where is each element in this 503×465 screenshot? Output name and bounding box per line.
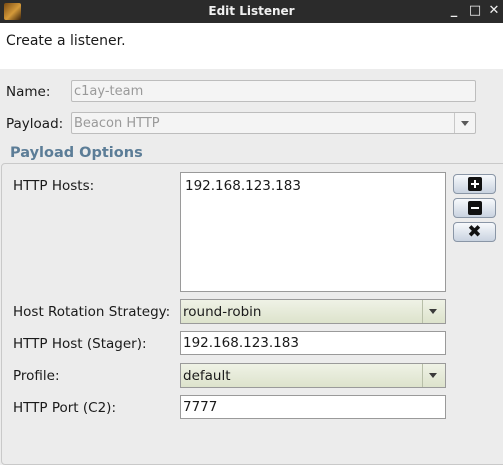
payload-options-title: Payload Options xyxy=(8,145,145,161)
profile-select-value: default xyxy=(183,368,231,384)
name-label: Name: xyxy=(6,84,51,100)
maximize-button[interactable]: □ xyxy=(467,3,483,19)
chevron-down-icon xyxy=(422,364,445,387)
rotation-label: Host Rotation Strategy: xyxy=(13,304,171,320)
http-hosts-label: HTTP Hosts: xyxy=(13,178,95,194)
add-host-button[interactable] xyxy=(453,174,496,194)
remove-host-button[interactable] xyxy=(453,198,496,218)
chevron-down-icon xyxy=(422,300,445,323)
clear-hosts-button[interactable]: ✖ xyxy=(453,222,496,242)
plus-icon xyxy=(468,177,482,191)
stager-label: HTTP Host (Stager): xyxy=(13,336,147,352)
minimize-button[interactable]: _ xyxy=(446,3,462,19)
port-input[interactable]: 7777 xyxy=(180,395,446,419)
profile-label: Profile: xyxy=(13,368,60,384)
close-window-button[interactable]: ✕ xyxy=(486,3,502,19)
window-title: Edit Listener xyxy=(208,4,295,18)
rotation-select-value: round-robin xyxy=(183,304,262,320)
dialog-description: Create a listener. xyxy=(6,33,126,49)
stager-host-input[interactable]: 192.168.123.183 xyxy=(180,331,446,355)
dialog-header: Create a listener. xyxy=(0,23,503,69)
profile-select[interactable]: default xyxy=(180,363,446,388)
close-icon: ✖ xyxy=(467,222,482,242)
title-bar: Edit Listener _ □ ✕ xyxy=(0,0,503,23)
payload-label: Payload: xyxy=(6,116,64,132)
list-item[interactable]: 192.168.123.183 xyxy=(181,173,445,199)
chevron-down-icon xyxy=(454,113,475,133)
minus-icon xyxy=(468,201,482,215)
rotation-select[interactable]: round-robin xyxy=(180,299,446,324)
payload-select[interactable]: Beacon HTTP xyxy=(71,112,476,134)
port-label: HTTP Port (C2): xyxy=(13,400,116,416)
http-hosts-list[interactable]: 192.168.123.183 xyxy=(180,172,446,292)
payload-select-value: Beacon HTTP xyxy=(74,116,160,131)
name-field[interactable]: c1ay-team xyxy=(71,80,476,102)
